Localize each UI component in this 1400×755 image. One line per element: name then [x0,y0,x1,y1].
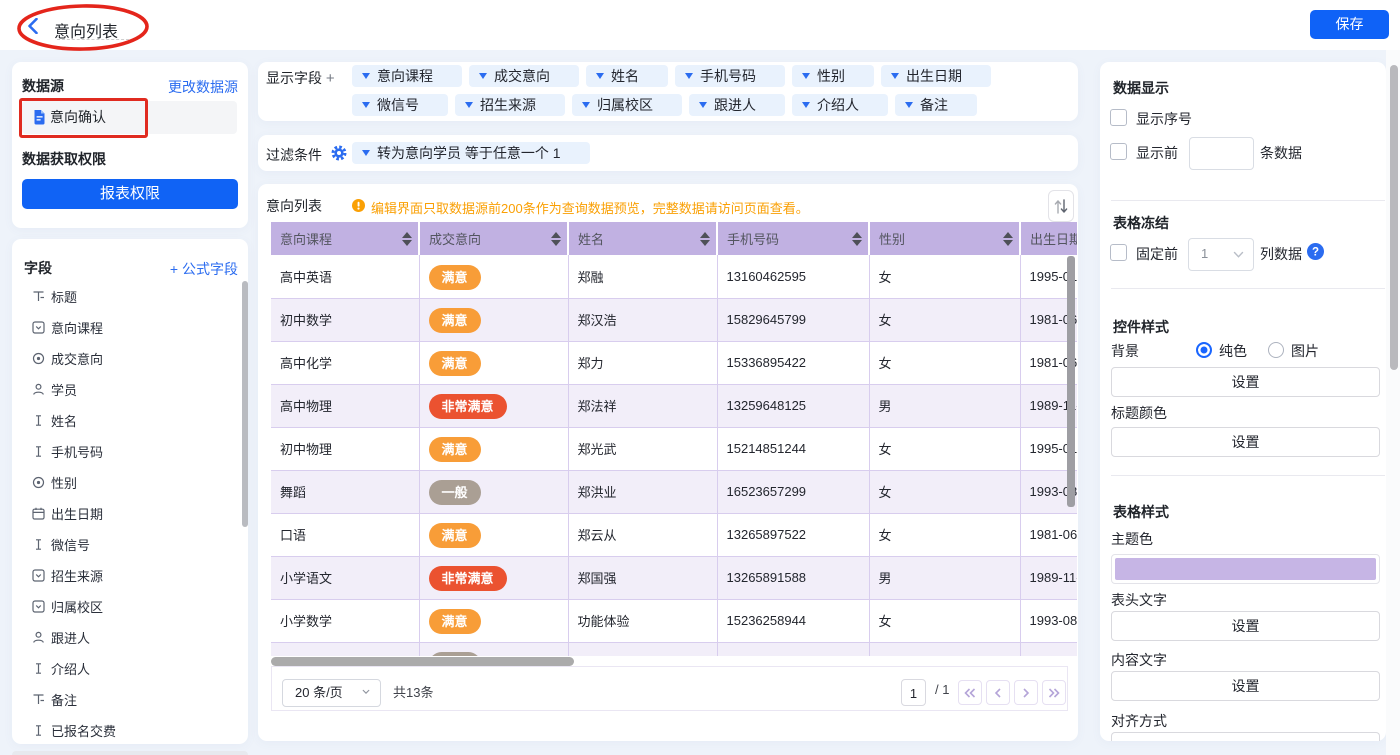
svg-text:?: ? [1312,247,1319,259]
